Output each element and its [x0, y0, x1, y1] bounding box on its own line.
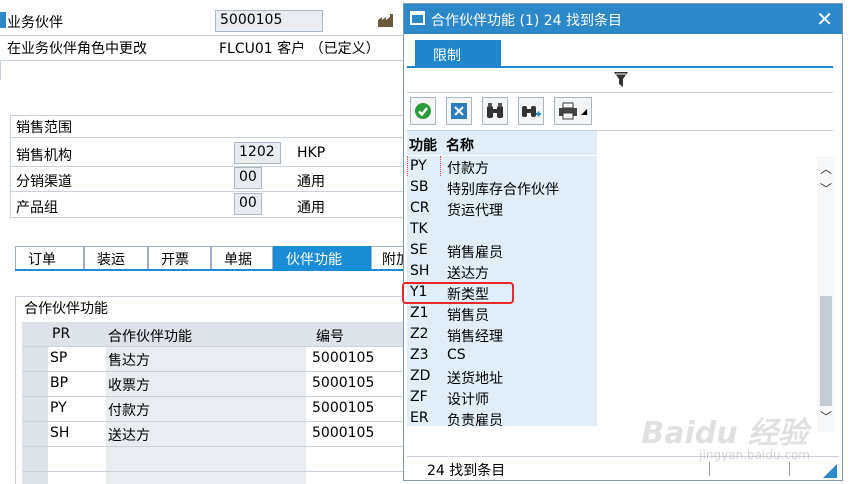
- confirm-button[interactable]: [410, 97, 436, 125]
- tab-billing[interactable]: 开票: [148, 246, 211, 270]
- partner-label: 业务伙伴: [7, 15, 63, 31]
- dropdown-arrow-icon: ◢: [581, 106, 588, 116]
- check-icon: [415, 103, 431, 119]
- role-label: 在业务伙伴角色中更改: [7, 41, 147, 57]
- find-button[interactable]: [482, 97, 508, 125]
- dialog-titlebar[interactable]: 合作伙伴功能 (1) 24 找到条目 ✕: [404, 4, 842, 34]
- tab-partner-functions[interactable]: 伙伴功能: [273, 246, 371, 270]
- tab-bar: 订单 装运 开票 单据 伙伴功能 附加: [15, 246, 411, 270]
- list-item[interactable]: SH 送达方: [407, 263, 807, 284]
- tab-order[interactable]: 订单: [15, 246, 84, 270]
- table-cell-number[interactable]: 5000105: [312, 400, 374, 416]
- role-field[interactable]: FLCU01 客户 （已定义）: [215, 37, 403, 59]
- binoculars-icon: [487, 103, 503, 118]
- column-header-number: 编号: [316, 329, 344, 345]
- table-cell-number[interactable]: 5000105: [312, 375, 374, 391]
- dist-channel-label: 分销渠道: [16, 174, 72, 190]
- dialog-title: 合作伙伴功能 (1) 24 找到条目: [431, 13, 622, 29]
- print-button[interactable]: ◢: [554, 97, 592, 125]
- list-item[interactable]: ZF 设计师: [407, 389, 807, 410]
- watermark-url: jingyan.baidu.com: [699, 448, 810, 462]
- dist-channel-desc: 通用: [297, 174, 325, 190]
- list-item[interactable]: SE 销售雇员: [407, 242, 807, 263]
- list-item[interactable]: Z1 销售员: [407, 305, 807, 326]
- scroll-thumb[interactable]: [820, 296, 832, 406]
- table-cell-code[interactable]: SP: [50, 350, 67, 366]
- filter-funnel-icon[interactable]: [614, 72, 628, 88]
- table-cell-code[interactable]: SH: [50, 425, 69, 441]
- tab-documents[interactable]: 单据: [211, 246, 273, 270]
- table-cell-function: 送达方: [108, 428, 150, 444]
- partner-functions-title: 合作伙伴功能: [24, 301, 108, 317]
- table-cell-code[interactable]: BP: [50, 375, 68, 391]
- division-desc: 通用: [297, 200, 325, 216]
- cancel-button[interactable]: [446, 97, 472, 125]
- partner-icon: [0, 12, 6, 28]
- binoculars-plus-icon: [522, 106, 541, 117]
- factory-icon[interactable]: [377, 12, 395, 28]
- division-label: 产品组: [16, 200, 58, 216]
- tab-restrict[interactable]: 限制: [415, 40, 501, 66]
- table-cell-function: 收票方: [108, 378, 150, 394]
- sales-org-desc: HKP: [297, 145, 326, 161]
- status-text: 24 找到条目: [427, 463, 506, 479]
- table-cell-number[interactable]: 5000105: [312, 350, 374, 366]
- column-header-function-code: 功能: [409, 138, 437, 154]
- list-item[interactable]: ZD 送货地址: [407, 368, 807, 389]
- tab-shipping[interactable]: 装运: [84, 246, 148, 270]
- highlight-box: [402, 282, 514, 304]
- table-cell-function: 售达方: [108, 353, 150, 369]
- printer-icon: [559, 102, 577, 120]
- list-scrollbar[interactable]: ︿ ﹀ ﹀: [817, 156, 835, 432]
- column-header-pr: PR: [52, 326, 71, 342]
- find-next-button[interactable]: [518, 97, 544, 125]
- close-icon[interactable]: ✕: [816, 7, 833, 31]
- selection-marker: [407, 156, 441, 176]
- sales-area-title: 销售范围: [16, 120, 72, 136]
- scroll-down-icon[interactable]: ﹀: [817, 408, 835, 426]
- scroll-up-icon[interactable]: ︿: [817, 160, 835, 178]
- column-header-function: 合作伙伴功能: [108, 329, 192, 345]
- list-item[interactable]: Z2 销售经理: [407, 326, 807, 347]
- table-cell-function: 付款方: [108, 403, 150, 419]
- division-field[interactable]: 00: [234, 193, 262, 215]
- list-item[interactable]: SB 特别库存合作伙伴: [407, 179, 807, 200]
- list-item[interactable]: CR 货运代理: [407, 200, 807, 221]
- table-cell-number[interactable]: 5000105: [312, 425, 374, 441]
- partner-functions-table: PR 合作伙伴功能 编号 SP 售达方 5000105 BP 收票方 50001…: [22, 322, 412, 484]
- dist-channel-field[interactable]: 00: [234, 167, 262, 189]
- sales-org-label: 销售机构: [16, 148, 72, 164]
- partner-field[interactable]: 5000105: [215, 10, 323, 32]
- table-cell-code[interactable]: PY: [50, 400, 67, 416]
- scroll-down-icon[interactable]: ﹀: [817, 180, 835, 198]
- window-icon: [410, 11, 425, 25]
- resize-grip-icon[interactable]: [823, 464, 837, 478]
- column-header-name: 名称: [446, 138, 474, 154]
- cancel-icon: [451, 103, 467, 119]
- list-item[interactable]: TK: [407, 221, 807, 242]
- list-item[interactable]: PY 付款方: [407, 158, 807, 179]
- sales-org-field[interactable]: 1202: [234, 142, 281, 164]
- list-item[interactable]: Z3 CS: [407, 347, 807, 368]
- watermark-logo: Baidu 经验: [641, 416, 808, 451]
